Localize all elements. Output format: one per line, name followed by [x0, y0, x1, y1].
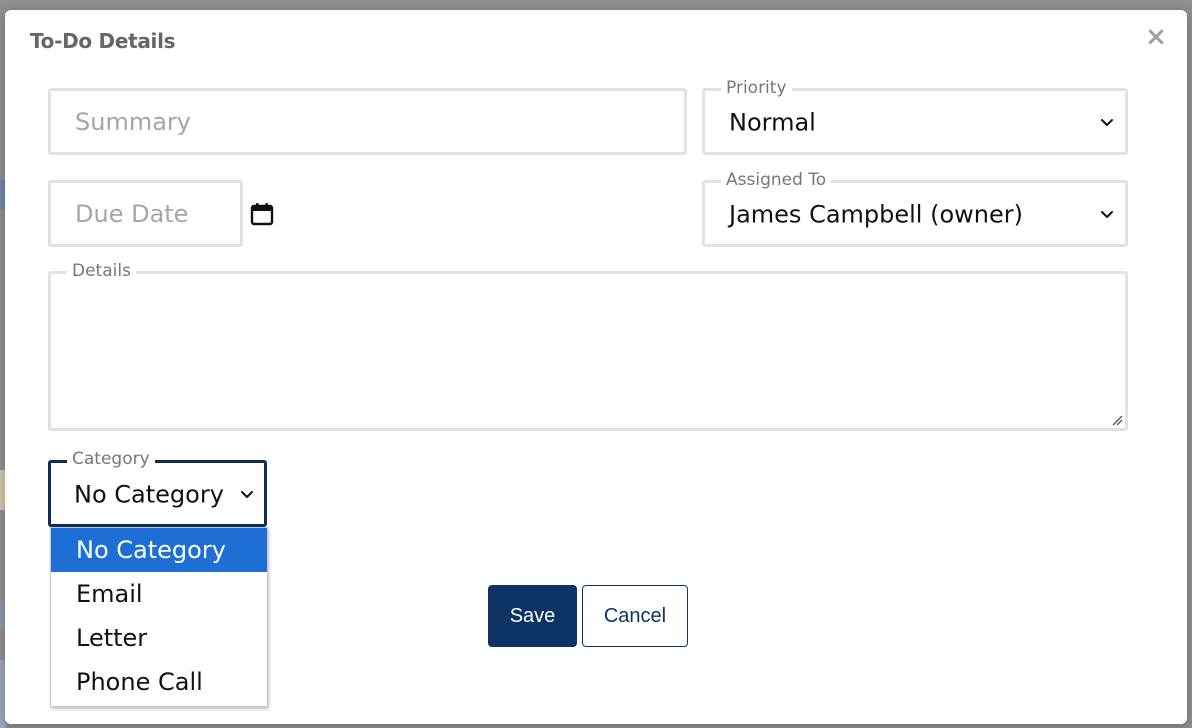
assigned-to-select[interactable]: Assigned To James Campbell (owner)	[702, 170, 1128, 247]
calendar-icon[interactable]	[249, 201, 275, 227]
chevron-down-icon	[1101, 210, 1113, 218]
category-select[interactable]: Category No Category	[48, 449, 267, 527]
chevron-down-icon	[1101, 118, 1113, 126]
category-label: Category	[67, 449, 155, 469]
details-textarea[interactable]: Details	[48, 261, 1128, 431]
category-option[interactable]: Phone Call	[51, 660, 267, 704]
due-date-placeholder: Due Date	[75, 199, 189, 228]
priority-label: Priority	[721, 78, 792, 98]
details-label: Details	[67, 261, 136, 281]
summary-input[interactable]: Summary	[48, 88, 687, 155]
cancel-button[interactable]: Cancel	[582, 585, 688, 647]
assigned-to-value: James Campbell (owner)	[729, 200, 1023, 229]
priority-value: Normal	[729, 108, 816, 137]
category-value: No Category	[74, 480, 224, 509]
category-dropdown-list: No Category Email Letter Phone Call	[50, 527, 268, 707]
summary-placeholder: Summary	[75, 107, 191, 136]
priority-select[interactable]: Priority Normal	[702, 78, 1128, 155]
close-icon[interactable]: ×	[1143, 24, 1169, 50]
category-option[interactable]: No Category	[51, 528, 267, 572]
category-option[interactable]: Letter	[51, 616, 267, 660]
assigned-to-label: Assigned To	[721, 170, 832, 190]
due-date-input[interactable]: Due Date	[48, 180, 243, 247]
todo-details-dialog: To-Do Details × Summary Priority Normal …	[5, 10, 1187, 724]
resize-handle-icon[interactable]	[1111, 414, 1123, 426]
chevron-down-icon	[241, 490, 253, 498]
dialog-title: To-Do Details	[30, 29, 176, 53]
save-button[interactable]: Save	[488, 585, 577, 647]
category-option[interactable]: Email	[51, 572, 267, 616]
